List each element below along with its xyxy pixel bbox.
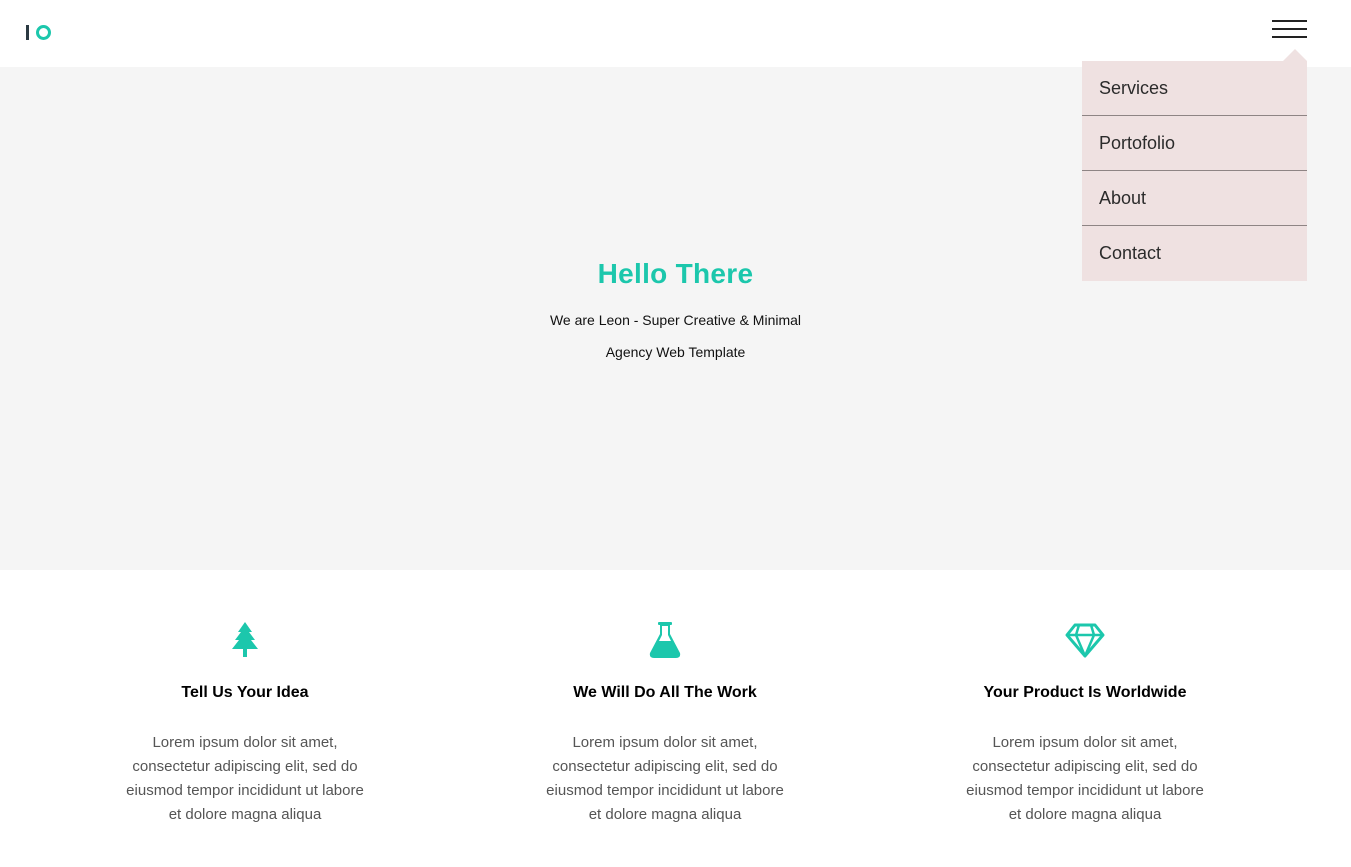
logo-ring <box>36 24 51 40</box>
hero-subtitle-line-1: We are Leon - Super Creative & Minimal <box>549 312 802 328</box>
menu-item-services[interactable]: Services <box>1082 61 1307 116</box>
feature-title: We Will Do All The Work <box>573 684 757 701</box>
logo-bar <box>26 24 29 40</box>
menu-item-about[interactable]: About <box>1082 171 1307 226</box>
hero-subtitle-line-2: Agency Web Template <box>605 344 746 360</box>
feature-text: Lorem ipsum dolor sit amet, consectetur … <box>966 734 1204 823</box>
hamburger-icon[interactable] <box>1272 20 1307 40</box>
flask-icon <box>649 622 681 658</box>
nav-dropdown-menu: Services Portofolio About Contact <box>1082 61 1307 281</box>
feature-text: Lorem ipsum dolor sit amet, consectetur … <box>546 734 784 823</box>
site-header <box>0 0 1351 67</box>
menu-item-portofolio[interactable]: Portofolio <box>1082 116 1307 171</box>
diamond-icon <box>1065 623 1105 658</box>
feature-title: Your Product Is Worldwide <box>983 684 1187 701</box>
feature-title: Tell Us Your Idea <box>181 684 309 701</box>
io-logo-icon[interactable] <box>26 24 51 40</box>
tree-icon <box>232 622 258 657</box>
feature-text: Lorem ipsum dolor sit amet, consectetur … <box>126 734 364 823</box>
hamburger-line <box>1272 36 1307 38</box>
hamburger-line <box>1272 20 1307 22</box>
hamburger-line <box>1272 28 1307 30</box>
features-section: Tell Us Your Idea Lorem ipsum dolor sit … <box>0 570 1351 867</box>
menu-item-contact[interactable]: Contact <box>1082 226 1307 281</box>
dropdown-arrow <box>1283 49 1307 61</box>
